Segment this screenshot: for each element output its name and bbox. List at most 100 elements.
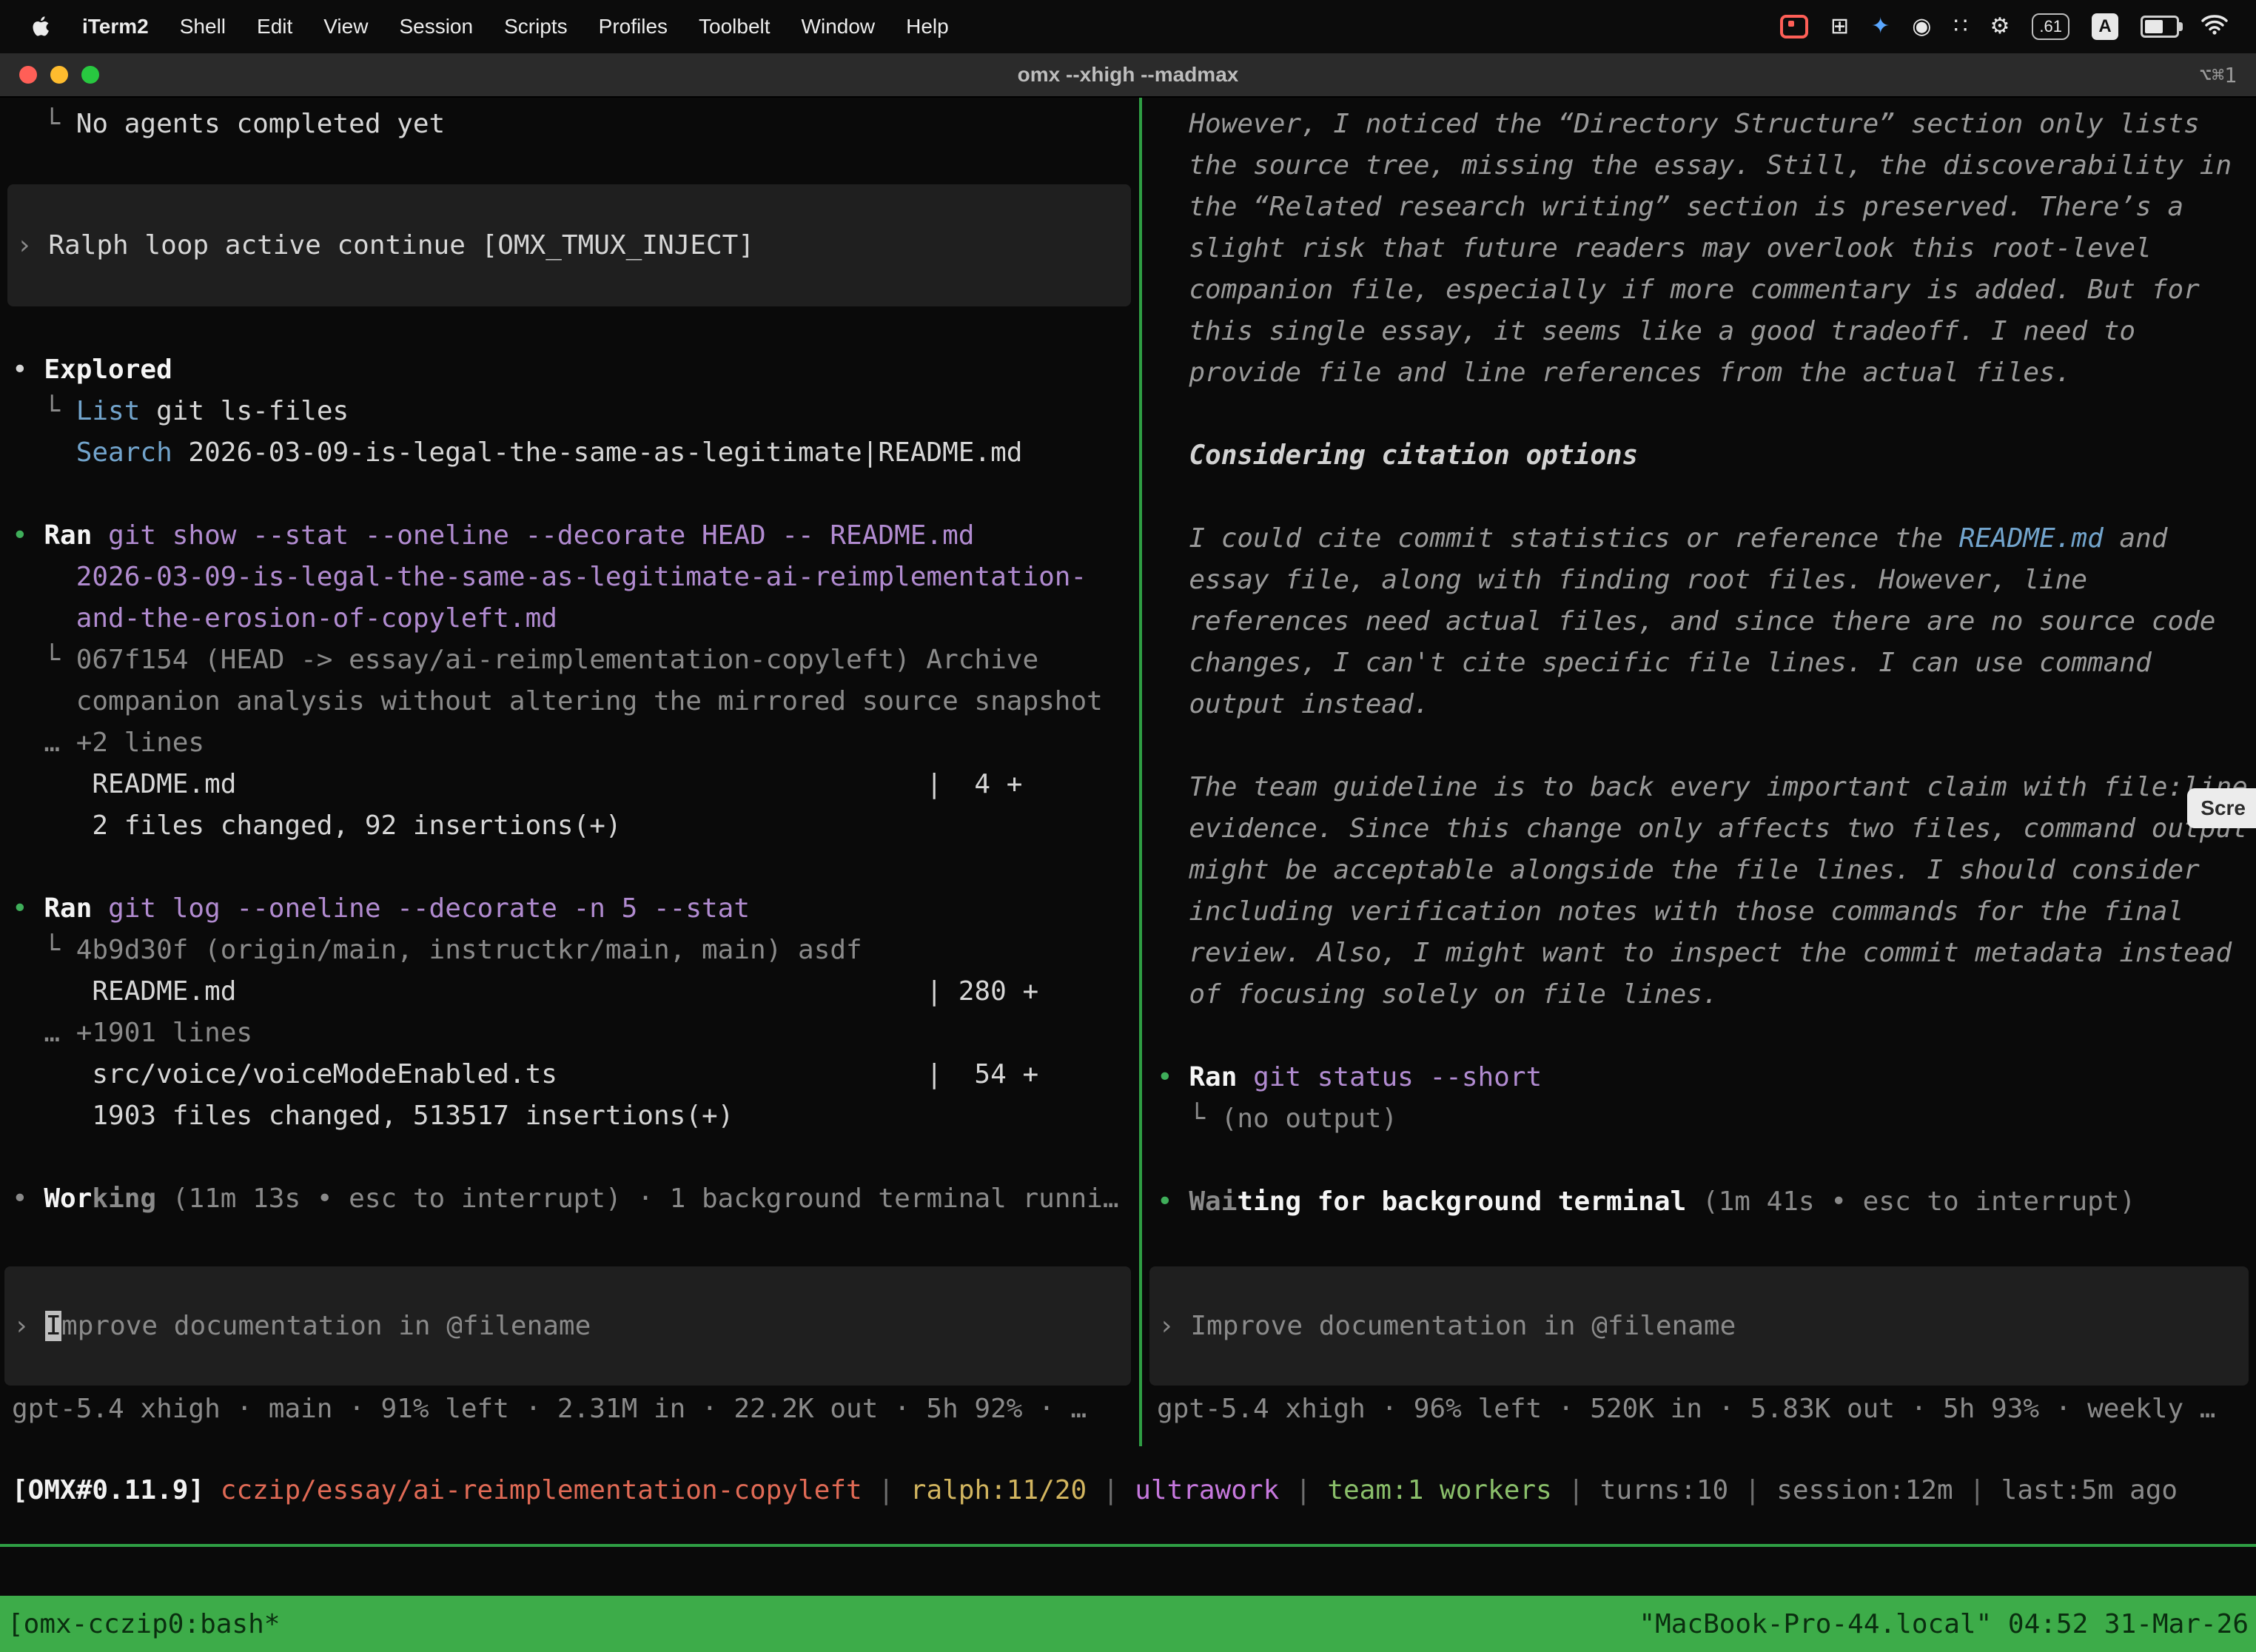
terminal-line: companion file, especially if more comme… <box>1157 269 2256 311</box>
battery-percentage-widget[interactable]: .61 <box>2032 13 2069 40</box>
menu-item-scripts[interactable]: Scripts <box>489 15 583 38</box>
terminal-line <box>1157 1140 2256 1181</box>
menu-item-session[interactable]: Session <box>383 15 489 38</box>
menu-item-shell[interactable]: Shell <box>164 15 241 38</box>
apps-grid-icon[interactable]: ∷ <box>1953 13 1967 40</box>
right-pane: However, I noticed the “Directory Struct… <box>1145 98 2256 1446</box>
wifi-icon[interactable] <box>2201 14 2228 40</box>
menu-item-toolbelt[interactable]: Toolbelt <box>683 15 786 38</box>
menu-item-window[interactable]: Window <box>786 15 891 38</box>
terminal-line: 1903 files changed, 513517 insertions(+) <box>12 1095 1138 1137</box>
ran-git-status: • Ran git status --short <box>1157 1057 2256 1098</box>
terminal-line: the “Related research writing” section i… <box>1157 187 2256 228</box>
prompt-chevron: › <box>13 1311 45 1341</box>
terminal-line: 2026-03-09-is-legal-the-same-as-legitima… <box>12 557 1138 598</box>
right-model-status: gpt-5.4 xhigh · 96% left · 520K in · 5.8… <box>1157 1389 2215 1430</box>
terminal-line: evidence. Since this change only affects… <box>1157 808 2256 850</box>
terminal-line: README.md | 4 + <box>12 764 1138 805</box>
app-circle-icon[interactable]: ◉ <box>1912 13 1931 40</box>
omx-status-line: [OMX#0.11.9] cczip/essay/ai-reimplementa… <box>12 1470 2178 1511</box>
tmux-session-window: [omx-cczip0:bash* <box>7 1609 280 1639</box>
prompt-chevron: › <box>1158 1311 1190 1341</box>
battery-icon[interactable] <box>2141 16 2179 38</box>
terminal-line: … +1901 lines <box>12 1013 1138 1054</box>
window-title-bar: omx --xhigh --madmax ⌥⌘1 <box>0 53 2256 98</box>
window-grid-icon[interactable]: ⊞ <box>1830 13 1849 40</box>
omx-repo-path: cczip/essay/ai-reimplementation-copyleft <box>204 1475 862 1505</box>
omx-version: [OMX#0.11.9] <box>12 1475 204 1505</box>
thinking-para1: However, I noticed the “Directory Struct… <box>1157 104 2256 145</box>
terminal-line <box>12 847 1138 888</box>
terminal-line: provide file and line references from th… <box>1157 352 2256 394</box>
menu-item-edit[interactable]: Edit <box>241 15 308 38</box>
terminal-line: essay file, along with finding root file… <box>1157 560 2256 601</box>
working-status: • Working (11m 13s • esc to interrupt) ·… <box>12 1178 1138 1220</box>
terminal-line <box>1157 1015 2256 1057</box>
terminal-area: └ No agents completed yet › Ralph loop ac… <box>0 98 2256 1446</box>
terminal-line: └ 067f154 (HEAD -> essay/ai-reimplementa… <box>12 639 1138 681</box>
thinking-para2: I could cite commit statistics or refere… <box>1157 518 2256 560</box>
menu-item-iterm2[interactable]: iTerm2 <box>67 15 164 38</box>
explored-search: Search 2026-03-09-is-legal-the-same-as-l… <box>12 432 1138 474</box>
ran-git-show: • Ran git show --stat --oneline --decora… <box>12 515 1138 557</box>
macos-menu-bar: iTerm2ShellEditViewSessionScriptsProfile… <box>0 0 2256 53</box>
terminal-line: might be acceptable alongside the file l… <box>1157 850 2256 891</box>
pane-divider-vertical[interactable] <box>1139 98 1142 1446</box>
screen-recording-icon[interactable] <box>1780 15 1808 38</box>
terminal-line: └ 4b9d30f (origin/main, instructkr/main,… <box>12 930 1138 971</box>
menu-item-view[interactable]: View <box>308 15 383 38</box>
terminal-line: this single essay, it seems like a good … <box>1157 311 2256 352</box>
left-model-status: gpt-5.4 xhigh · main · 91% left · 2.31M … <box>12 1389 1087 1430</box>
gear-icon[interactable]: ⚙ <box>1990 13 2010 40</box>
menu-item-help[interactable]: Help <box>890 15 964 38</box>
terminal-line: and-the-erosion-of-copyleft.md <box>12 598 1138 639</box>
screenshot-chip[interactable]: Scre <box>2187 788 2256 828</box>
omx-last-activity: last:5m ago <box>2001 1475 2178 1505</box>
ralph-banner: › Ralph loop active continue [OMX_TMUX_I… <box>7 184 1131 306</box>
terminal-line: changes, I can't cite specific file line… <box>1157 642 2256 684</box>
tmux-host-clock: "MacBook-Pro-44.local" 04:52 31-Mar-26 <box>1639 1609 2249 1639</box>
left-prompt-input[interactable]: › Improve documentation in @filename <box>4 1266 1131 1386</box>
menubar-status-icons: ⊞ ✦ ◉ ∷ ⚙ .61 A <box>1780 13 2238 40</box>
explored-header: • Explored <box>12 349 1138 391</box>
terminal-line: of focusing solely on file lines. <box>1157 974 2256 1015</box>
terminal-line: companion analysis without altering the … <box>12 681 1138 722</box>
terminal-line: src/voice/voiceModeEnabled.ts | 54 + <box>12 1054 1138 1095</box>
input-source-icon[interactable]: A <box>2092 13 2118 40</box>
left-pane-scrollback: └ No agents completed yet › Ralph loop ac… <box>0 98 1138 1220</box>
apple-menu-icon[interactable] <box>18 16 67 38</box>
thinking-para3: The team guideline is to back every impo… <box>1157 767 2256 808</box>
pane-divider-horizontal <box>0 1544 2256 1547</box>
omx-turns: turns:10 <box>1600 1475 1728 1505</box>
terminal-line: including verification notes with those … <box>1157 891 2256 933</box>
left-pane: └ No agents completed yet › Ralph loop ac… <box>0 98 1138 1446</box>
terminal-line: README.md | 280 + <box>12 971 1138 1013</box>
tmux-status-bar: [omx-cczip0:bash* "MacBook-Pro-44.local"… <box>0 1596 2256 1652</box>
terminal-line: slight risk that future readers may over… <box>1157 228 2256 269</box>
window-title: omx --xhigh --madmax <box>0 63 2256 87</box>
menu-item-profiles[interactable]: Profiles <box>583 15 683 38</box>
terminal-line <box>1157 394 2256 435</box>
terminal-line <box>12 1137 1138 1178</box>
terminal-line: references need actual files, and since … <box>1157 601 2256 642</box>
text-cursor: I <box>45 1311 61 1341</box>
prompt-text: Improve documentation in @filename <box>1190 1311 1736 1341</box>
terminal-line: output instead. <box>1157 684 2256 725</box>
omx-mode: ultrawork <box>1135 1475 1279 1505</box>
omx-team-workers: team:1 workers <box>1327 1475 1551 1505</box>
right-prompt-input[interactable]: › Improve documentation in @filename <box>1149 1266 2249 1386</box>
terminal-line: 2 files changed, 92 insertions(+) <box>12 805 1138 847</box>
terminal-line: review. Also, I might want to inspect th… <box>1157 933 2256 974</box>
window-shortcut-badge: ⌥⌘1 <box>2199 63 2237 87</box>
prompt-text: mprove documentation in @filename <box>61 1311 591 1341</box>
waiting-status: • Waiting for background terminal (1m 41… <box>1157 1181 2256 1223</box>
app-spark-icon[interactable]: ✦ <box>1871 13 1890 40</box>
agents-note: └ No agents completed yet <box>12 104 1138 145</box>
omx-session-time: session:12m <box>1776 1475 1953 1505</box>
ran-git-log: • Ran git log --oneline --decorate -n 5 … <box>12 888 1138 930</box>
terminal-line <box>1157 477 2256 518</box>
terminal-line <box>12 474 1138 515</box>
apple-logo-icon <box>33 16 52 38</box>
menu-items: iTerm2ShellEditViewSessionScriptsProfile… <box>67 15 964 38</box>
explored-list: └ List git ls-files <box>12 391 1138 432</box>
